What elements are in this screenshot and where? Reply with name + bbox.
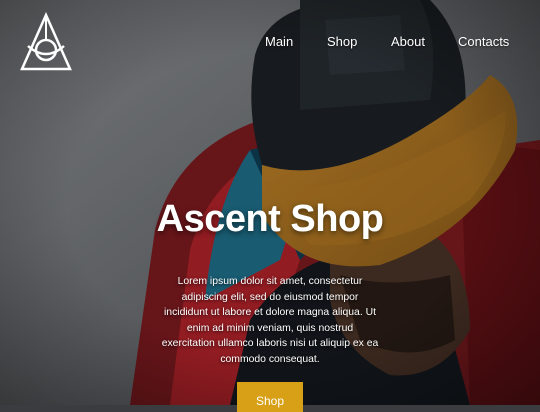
page-title: Ascent Shop: [156, 198, 384, 240]
main-nav: Main Shop About Contacts: [0, 34, 540, 52]
nav-item-shop[interactable]: Shop: [327, 34, 357, 49]
nav-item-about[interactable]: About: [391, 34, 425, 49]
shop-button[interactable]: Shop: [237, 382, 303, 412]
nav-item-main[interactable]: Main: [265, 34, 293, 49]
nav-item-contacts[interactable]: Contacts: [458, 34, 509, 49]
hero-description: Lorem ipsum dolor sit amet, consectetur …: [161, 276, 379, 365]
